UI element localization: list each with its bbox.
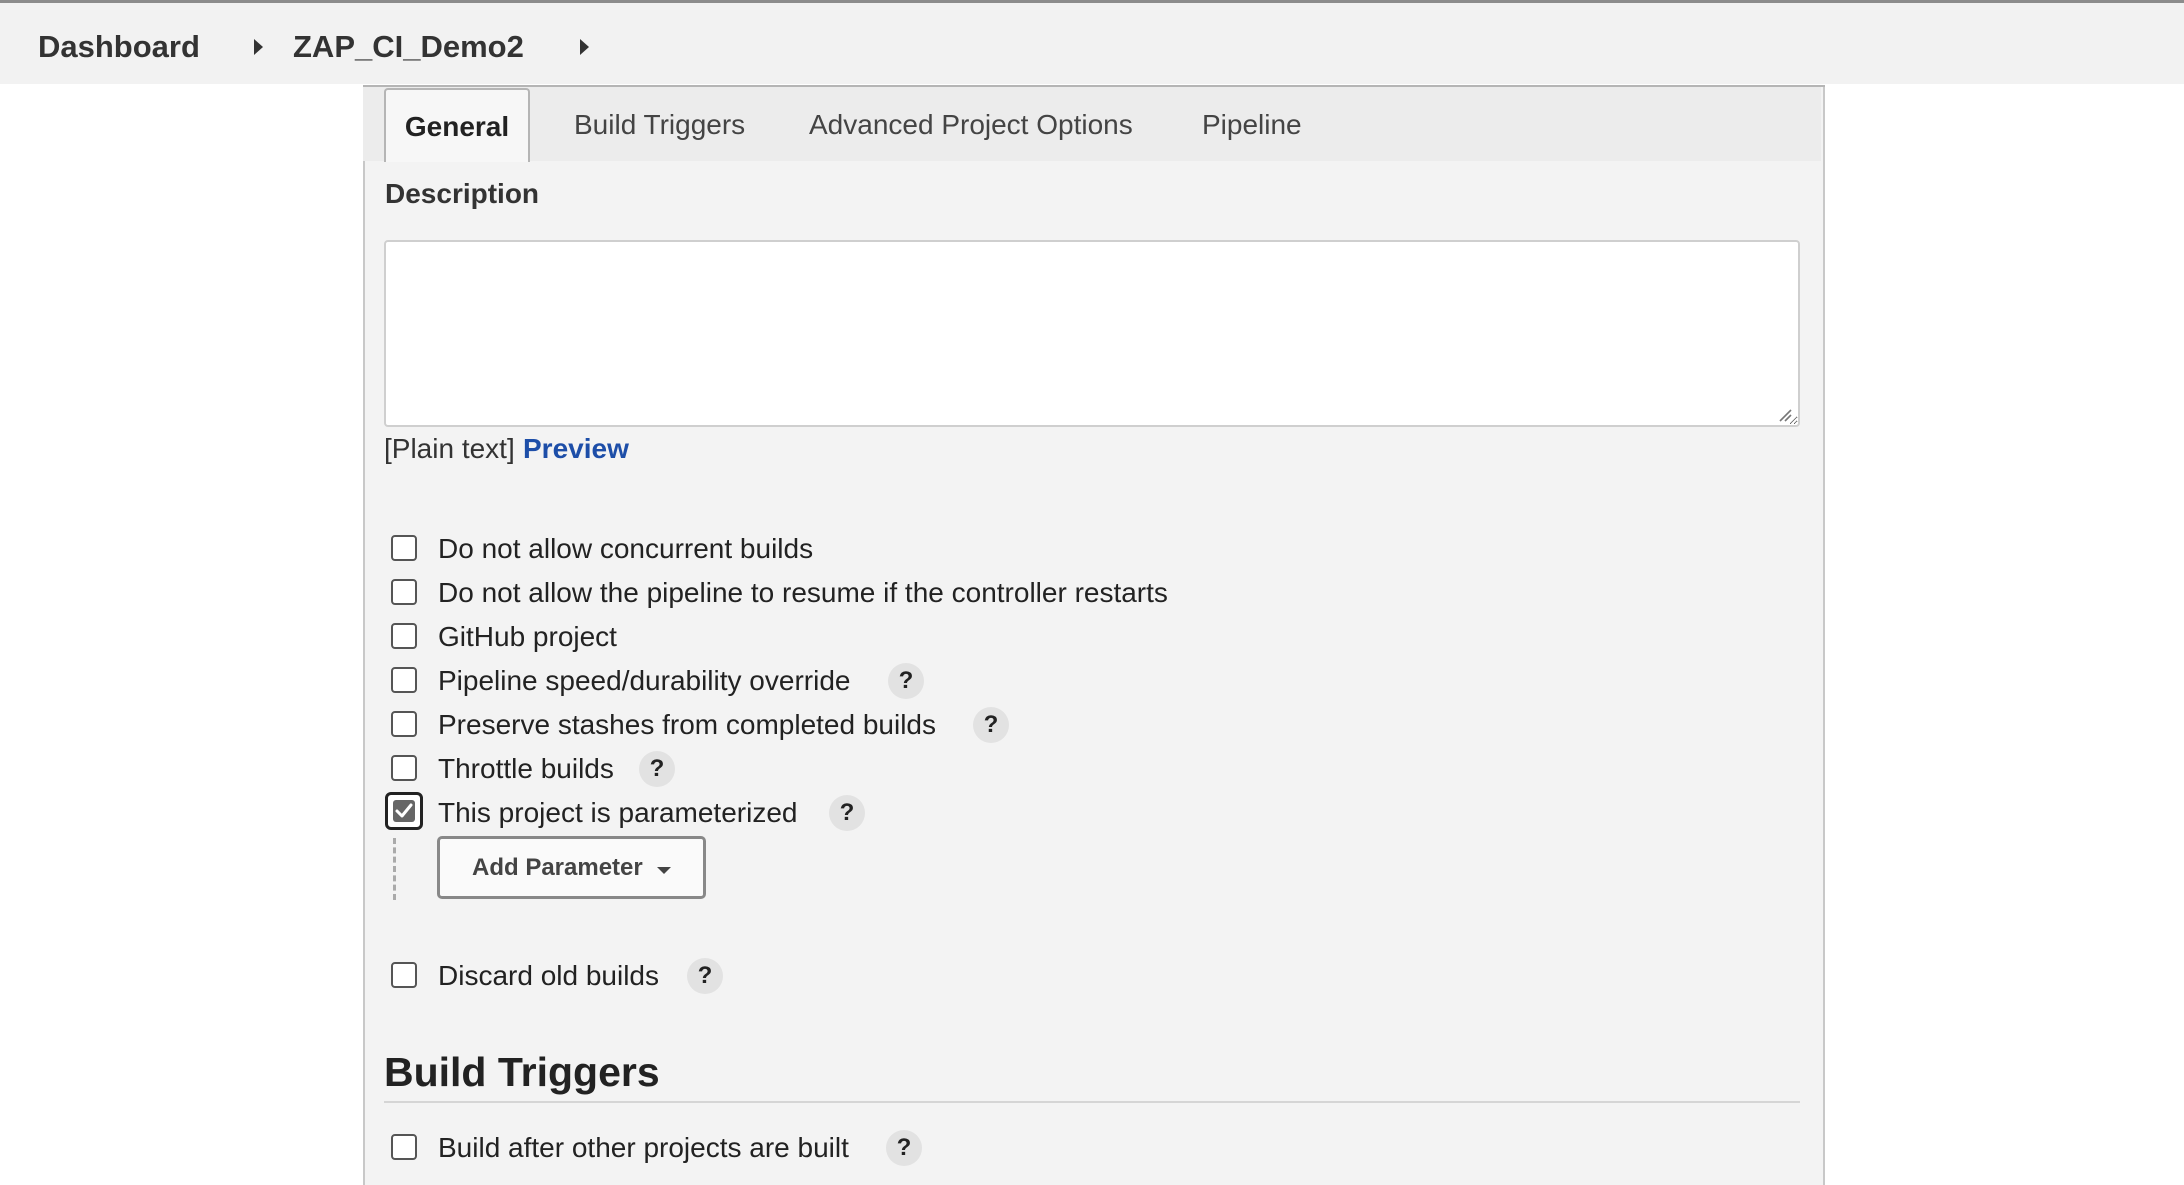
checkbox[interactable] bbox=[391, 667, 417, 693]
help-icon[interactable]: ? bbox=[639, 751, 675, 787]
checkbox[interactable] bbox=[391, 711, 417, 737]
breadcrumb-chevron-right-icon[interactable] bbox=[580, 39, 589, 55]
option-label: GitHub project bbox=[438, 621, 617, 652]
tab-build-triggers[interactable]: Build Triggers bbox=[574, 108, 745, 142]
help-icon[interactable]: ? bbox=[829, 795, 865, 831]
nested-section-guide bbox=[393, 838, 396, 900]
checkbox[interactable] bbox=[391, 623, 417, 649]
resize-grip-icon[interactable] bbox=[1778, 408, 1792, 422]
option-label: This project is parameterized bbox=[438, 797, 798, 828]
add-parameter-label: Add Parameter bbox=[472, 854, 643, 881]
section-title-build-triggers: Build Triggers bbox=[384, 1049, 660, 1095]
checkbox-checked[interactable] bbox=[385, 792, 423, 830]
option-label: Pipeline speed/durability override bbox=[438, 665, 851, 696]
tab-advanced-project-options[interactable]: Advanced Project Options bbox=[809, 108, 1133, 142]
help-icon[interactable]: ? bbox=[687, 958, 723, 994]
format-note: [Plain text] bbox=[384, 433, 515, 464]
checkbox-fill bbox=[393, 800, 415, 822]
option-label: Discard old builds bbox=[438, 960, 659, 991]
breadcrumb-project-link[interactable]: ZAP_CI_Demo2 bbox=[293, 29, 524, 65]
section-divider bbox=[384, 1101, 1800, 1103]
option-label: Throttle builds bbox=[438, 753, 614, 784]
breadcrumb: Dashboard ZAP_CI_Demo2 bbox=[0, 3, 2184, 84]
help-icon[interactable]: ? bbox=[888, 663, 924, 699]
tab-general[interactable]: General bbox=[384, 88, 530, 162]
help-icon[interactable]: ? bbox=[886, 1130, 922, 1166]
checkmark-icon bbox=[395, 803, 413, 818]
tab-pipeline[interactable]: Pipeline bbox=[1202, 108, 1302, 142]
add-parameter-button[interactable]: Add Parameter bbox=[437, 836, 706, 899]
tab-general-label: General bbox=[404, 111, 510, 142]
checkbox[interactable] bbox=[391, 579, 417, 605]
description-label: Description bbox=[385, 178, 540, 209]
checkbox[interactable] bbox=[391, 962, 417, 988]
option-label: Build after other projects are built bbox=[438, 1132, 849, 1163]
caret-down-icon bbox=[657, 867, 671, 874]
checkbox[interactable] bbox=[391, 1134, 417, 1160]
option-label: Do not allow the pipeline to resume if t… bbox=[438, 577, 1168, 608]
breadcrumb-dashboard-link[interactable]: Dashboard bbox=[38, 29, 200, 65]
help-icon[interactable]: ? bbox=[973, 707, 1009, 743]
preview-link[interactable]: Preview bbox=[523, 433, 629, 465]
checkbox[interactable] bbox=[391, 755, 417, 781]
option-label: Preserve stashes from completed builds bbox=[438, 709, 936, 740]
checkbox[interactable] bbox=[391, 535, 417, 561]
description-textarea[interactable] bbox=[384, 240, 1800, 427]
breadcrumb-chevron-right-icon[interactable] bbox=[254, 39, 263, 55]
option-label: Do not allow concurrent builds bbox=[438, 533, 814, 564]
